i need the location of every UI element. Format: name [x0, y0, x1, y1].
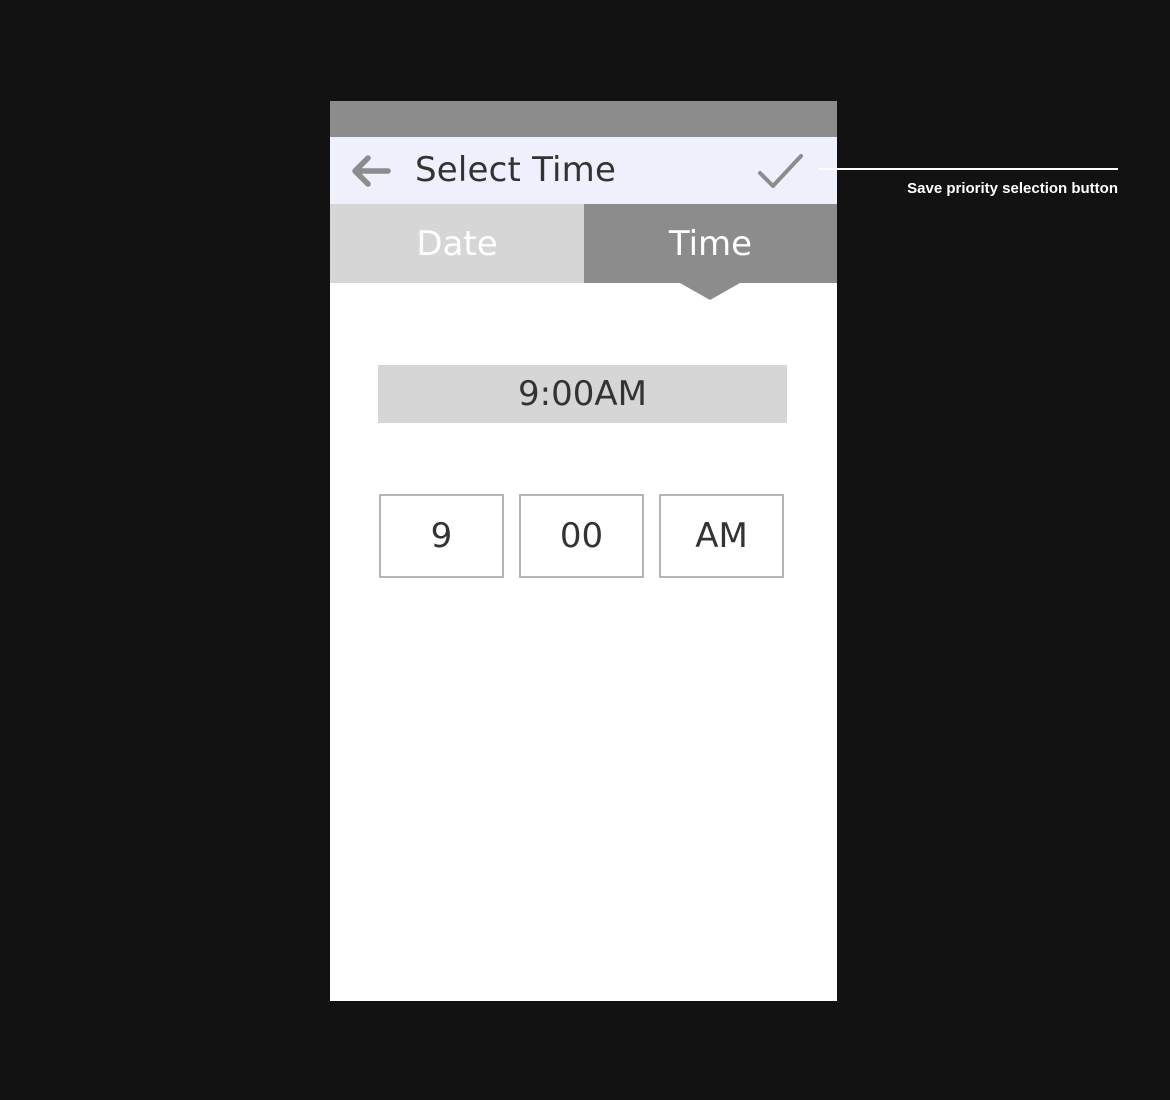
canvas: Select Time Date Time 9:00AM 9 00 AM Sav…: [0, 0, 1170, 1100]
selected-time-display: 9:00AM: [378, 365, 787, 423]
checkmark-icon: [758, 154, 803, 188]
am-pm-picker[interactable]: AM: [659, 494, 784, 578]
arrow-left-icon: [352, 155, 391, 187]
save-button[interactable]: [754, 149, 806, 193]
annotation-label: Save priority selection button: [907, 180, 1118, 197]
tab-time[interactable]: Time: [584, 204, 837, 283]
annotation-line: [818, 168, 1118, 170]
phone-screen: Select Time Date Time 9:00AM 9 00 AM: [330, 101, 837, 1001]
app-bar: Select Time: [330, 137, 837, 204]
tab-date[interactable]: Date: [330, 204, 584, 283]
status-bar: [330, 101, 837, 137]
hour-picker[interactable]: 9: [379, 494, 504, 578]
back-button[interactable]: [348, 151, 394, 191]
page-title: Select Time: [415, 150, 617, 190]
tab-bar: Date Time: [330, 204, 837, 283]
active-tab-indicator: [680, 283, 740, 300]
minute-picker[interactable]: 00: [519, 494, 644, 578]
